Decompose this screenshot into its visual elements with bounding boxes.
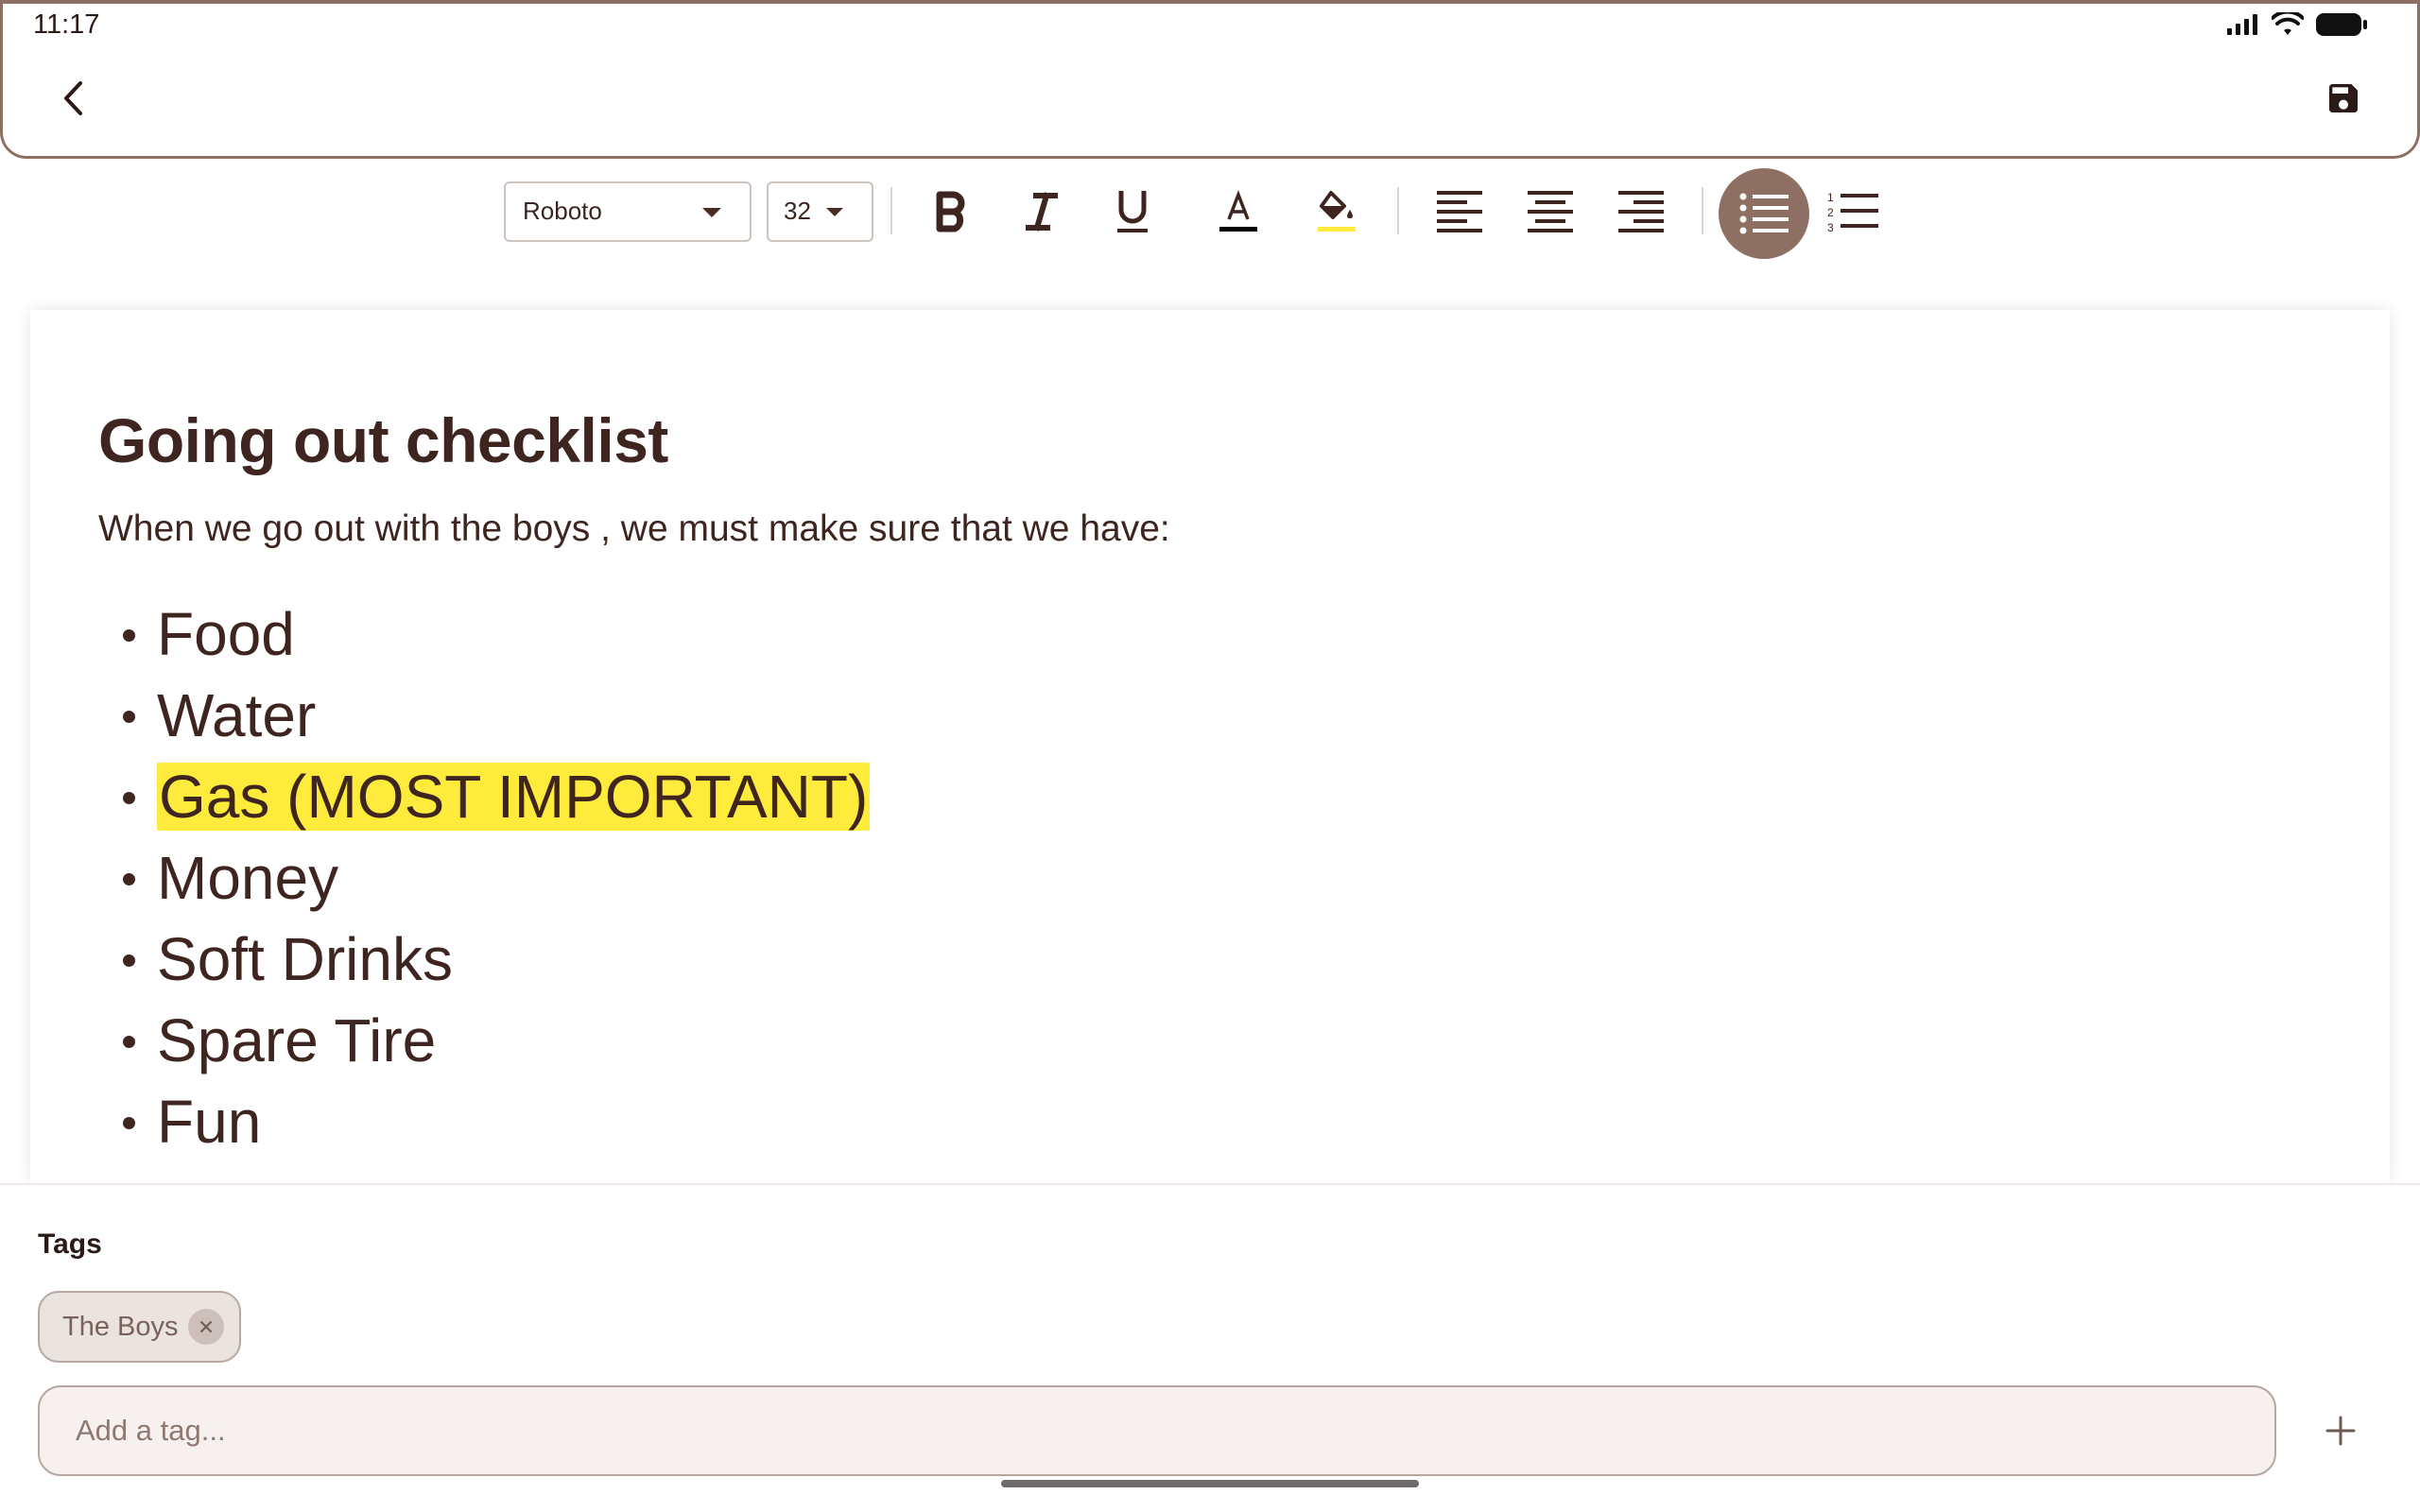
highlighted-text: Gas (MOST IMPORTANT) [157, 763, 871, 831]
add-tag-button[interactable] [2314, 1404, 2367, 1457]
chevron-left-icon [64, 81, 82, 115]
status-time: 11:17 [33, 9, 100, 40]
list-item: Gas (MOST IMPORTANT) [121, 756, 871, 837]
align-left-icon [1437, 191, 1482, 232]
underline-button[interactable] [1102, 181, 1163, 242]
align-center-button[interactable] [1520, 181, 1581, 242]
toolbar-divider [1397, 187, 1399, 234]
align-right-icon [1618, 191, 1664, 232]
toolbar-divider [890, 187, 892, 234]
battery-icon [2316, 13, 2367, 36]
chevron-down-icon [826, 208, 843, 216]
remove-tag-button[interactable] [187, 1309, 224, 1345]
numbered-list-button[interactable]: 1 2 3 [1823, 181, 1883, 242]
list-item-text: Food [157, 600, 295, 668]
align-left-button[interactable] [1429, 181, 1490, 242]
bold-icon [936, 191, 965, 232]
numbered-list-icon: 1 2 3 [1827, 191, 1878, 233]
formatting-toolbar: Roboto 32 1 2 3 [0, 159, 2420, 310]
list-item: Spare Tire [121, 1000, 870, 1081]
save-icon [2329, 84, 2358, 112]
signal-icon [2227, 14, 2257, 35]
align-right-button[interactable] [1611, 181, 1671, 242]
text-color-button[interactable] [1208, 181, 1269, 242]
app-bar: 11:17 [0, 0, 2420, 159]
list-item: Money [121, 837, 870, 919]
italic-icon [1026, 192, 1058, 232]
svg-text:3: 3 [1827, 221, 1834, 233]
toolbar-divider [1702, 187, 1703, 234]
wifi-icon [2272, 12, 2304, 35]
tag-chip[interactable]: The Boys [38, 1291, 241, 1363]
tags-section: Tags The Boys [0, 1183, 2420, 1512]
close-icon [199, 1321, 212, 1332]
list-item: Fun [121, 1081, 870, 1162]
list-item-text: Soft Drinks [157, 925, 453, 993]
list-item-text: Money [157, 844, 339, 912]
document-intro: When we go out with the boys , we must m… [98, 508, 1170, 549]
back-button[interactable] [52, 74, 94, 123]
add-tag-input[interactable] [38, 1385, 2276, 1476]
note-editor-screen: 11:17 Roboto 32 1 2 3 Going out checklis… [0, 0, 2420, 1512]
highlight-color-icon [1318, 191, 1356, 232]
list-item: Food [121, 593, 870, 675]
font-family-dropdown[interactable]: Roboto [504, 181, 752, 242]
list-item-text: Fun [157, 1088, 262, 1156]
status-icons [2226, 11, 2368, 38]
list-item-text: Water [157, 681, 317, 749]
svg-text:2: 2 [1827, 206, 1834, 219]
font-family-value: Roboto [523, 197, 602, 225]
list-item: Soft Drinks [121, 919, 870, 1000]
underline-icon [1117, 191, 1148, 232]
italic-button[interactable] [1011, 181, 1072, 242]
plus-icon [2325, 1416, 2356, 1446]
save-button[interactable] [2325, 79, 2362, 117]
highlight-color-button[interactable] [1306, 181, 1367, 242]
rich-text-editor[interactable]: Going out checklist When we go out with … [30, 310, 2390, 1183]
home-indicator [1001, 1480, 1419, 1487]
svg-text:1: 1 [1827, 191, 1834, 204]
chevron-down-icon [702, 208, 721, 217]
bullet-list-button[interactable] [1719, 168, 1809, 259]
list-item-text: Spare Tire [157, 1006, 437, 1074]
bold-button[interactable] [921, 181, 981, 242]
bullet-list: Food Water Gas (MOST IMPORTANT) Money So… [121, 593, 871, 1162]
font-size-dropdown[interactable]: 32 [767, 181, 873, 242]
list-item: Water [121, 675, 870, 756]
align-center-icon [1528, 191, 1573, 232]
tag-chip-label: The Boys [62, 1311, 179, 1342]
bullet-list-icon [1739, 193, 1789, 234]
font-size-value: 32 [784, 197, 811, 225]
text-color-icon [1219, 190, 1257, 232]
document-title: Going out checklist [98, 405, 668, 475]
tags-label: Tags [38, 1228, 102, 1260]
